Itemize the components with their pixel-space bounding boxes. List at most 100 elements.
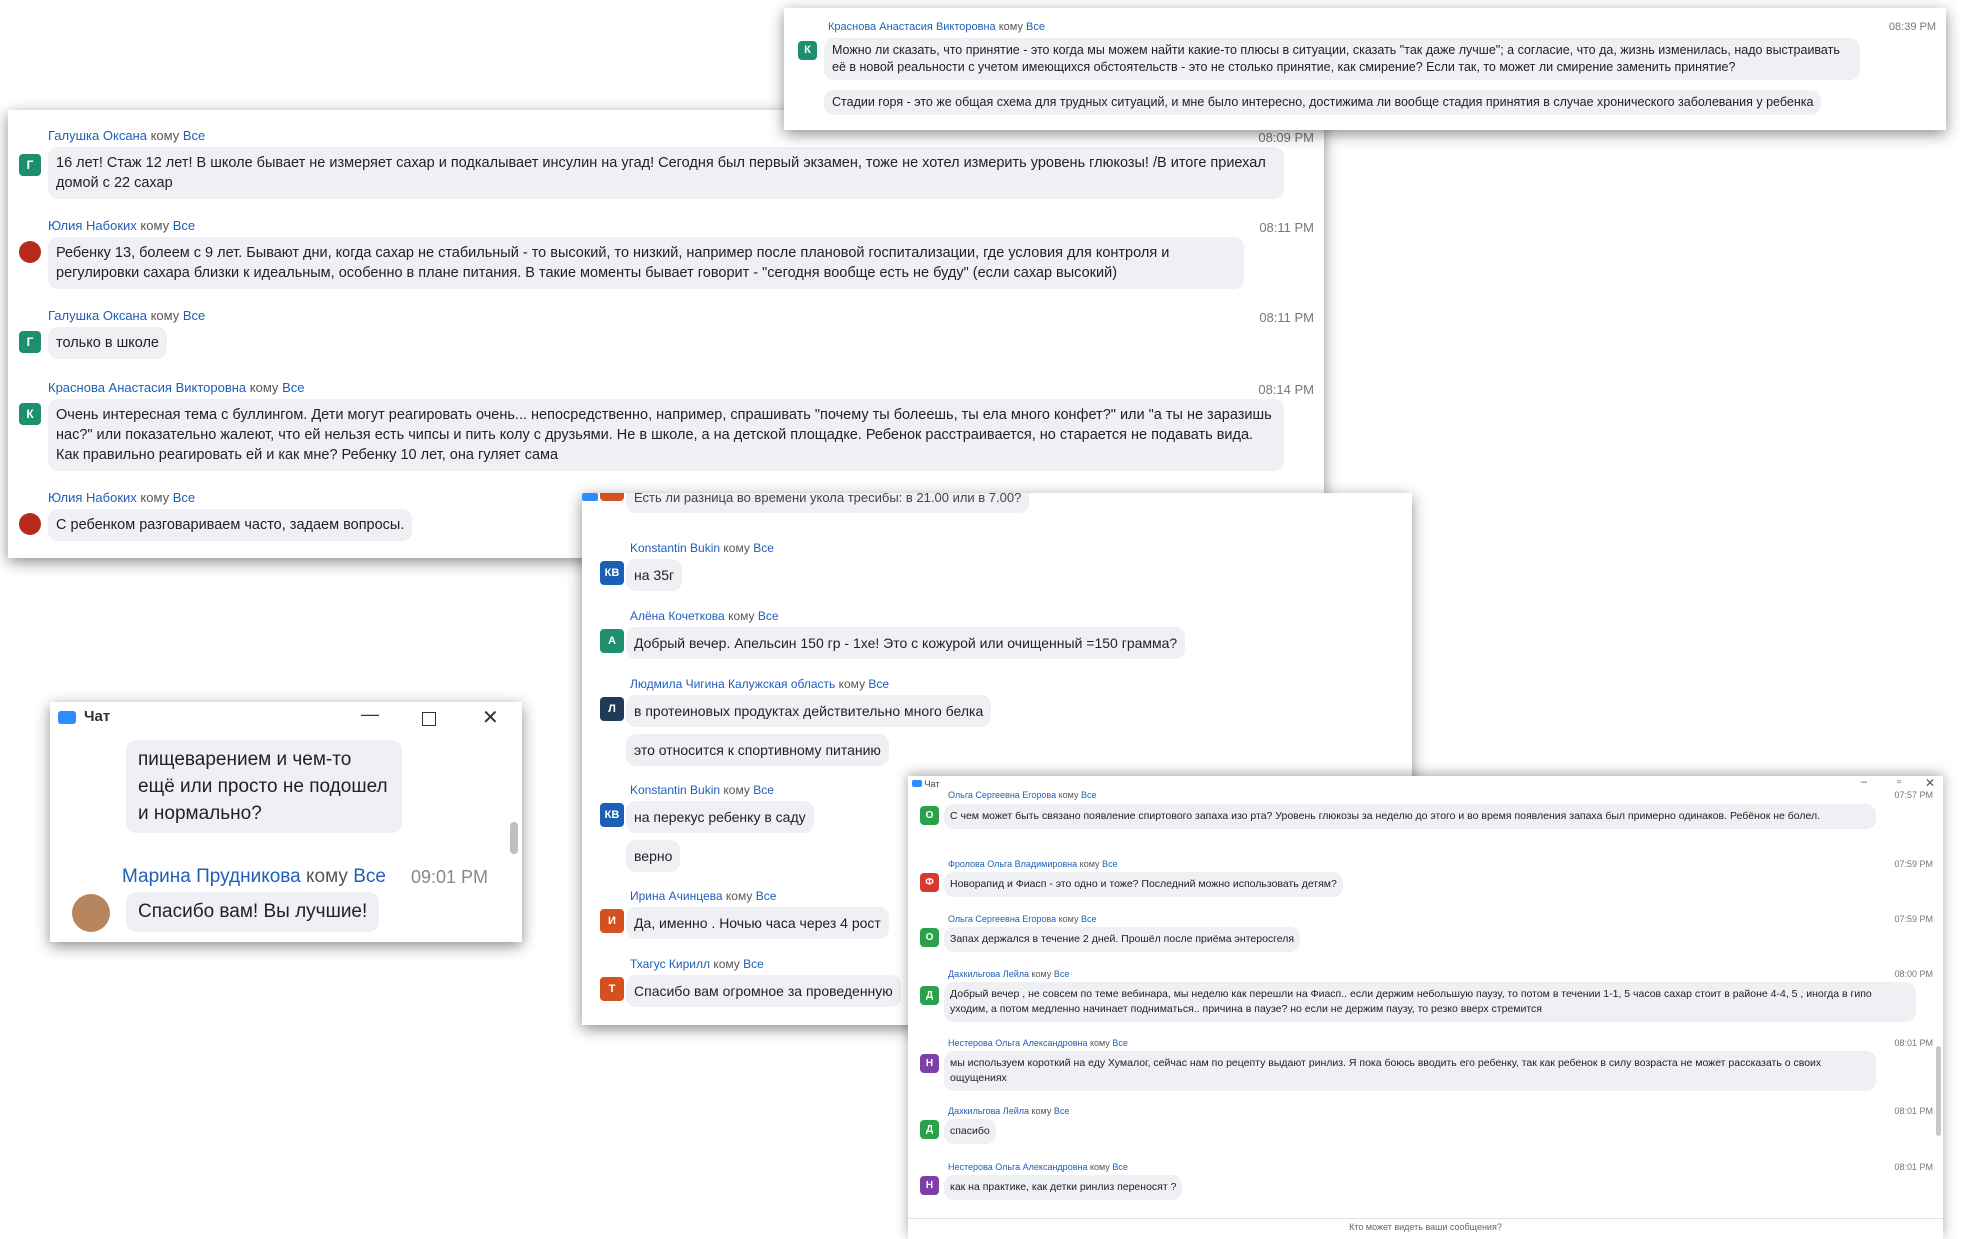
sender-name[interactable]: Юлия Набоких [48,490,137,505]
avatar[interactable] [19,513,41,535]
avatar[interactable]: И [600,909,624,933]
minimize-button[interactable]: – [1861,776,1867,788]
message-header: Краснова Анастасия Викторовна кому Все [828,21,1045,33]
sender-name[interactable]: Ирина Ачинцева [630,889,723,903]
message-bubble: как на практике, как детки ринлиз перено… [944,1175,1183,1200]
sender-name[interactable]: Краснова Анастасия Викторовна [828,21,996,33]
sender-name[interactable]: Дахкильгова Лейла [948,1106,1029,1116]
recipient-link[interactable]: Все [353,866,386,887]
close-button[interactable]: ✕ [482,705,499,730]
recipient-link[interactable]: Все [173,218,195,233]
recipient-link[interactable]: Все [743,957,764,971]
sender-name[interactable]: Краснова Анастасия Викторовна [48,380,246,395]
avatar[interactable]: Л [600,697,624,721]
message-bubble: 16 лет! Стаж 12 лет! В школе бывает не и… [48,147,1284,199]
recipient-link[interactable]: Все [1081,914,1097,924]
message-bubble: только в школе [48,327,167,359]
avatar[interactable]: Н [920,1176,939,1195]
message-bubble: Ребенку 13, болеем с 9 лет. Бывают дни, … [48,237,1244,289]
recipient-link[interactable]: Все [753,541,774,555]
message-header: Ольга Сергеевна Егорова кому Все [948,914,1096,924]
recipient-word: кому [838,677,866,691]
message-header: Konstantin Bukin кому Все [630,541,774,555]
recipient-link[interactable]: Все [1054,1106,1070,1116]
recipient-link[interactable]: Все [282,380,304,395]
avatar[interactable]: КВ [600,561,624,585]
recipient-word: кому [713,957,740,971]
sender-name[interactable]: Людмила Чигина Калужская область [630,677,835,691]
message-bubble: Спасибо вам огромное за проведенную [626,975,901,1007]
avatar[interactable]: КВ [600,803,624,827]
recipient-link[interactable]: Все [753,783,774,797]
avatar[interactable]: Г [19,154,41,176]
message-header: Дахкильгова Лейла кому Все [948,1106,1069,1116]
sender-name[interactable]: Галушка Оксана [48,128,147,143]
message-bubble: Спасибо вам! Вы лучшие! [126,892,380,932]
avatar[interactable] [600,493,624,501]
avatar[interactable]: О [920,806,939,825]
recipient-link[interactable]: Все [1054,969,1070,979]
recipient-link[interactable]: Все [756,889,777,903]
recipient-link[interactable]: Все [183,308,205,323]
sender-name[interactable]: Марина Прудникова [122,866,301,887]
recipient-link[interactable]: Все [758,609,779,623]
minimize-button[interactable]: — [361,704,379,725]
sender-name[interactable]: Konstantin Bukin [630,541,720,555]
sender-name[interactable]: Юлия Набоких [48,218,137,233]
avatar[interactable]: Г [19,331,41,353]
recipient-word: кому [1089,1038,1110,1048]
avatar[interactable]: Н [920,1054,939,1073]
sender-name[interactable]: Нестерова Ольга Александровна [948,1038,1087,1048]
scrollbar-thumb[interactable] [1936,1046,1941,1136]
maximize-button[interactable] [422,712,436,726]
recipient-link[interactable]: Все [1112,1038,1128,1048]
avatar[interactable] [19,241,41,263]
message-header: Алёна Кочеткова кому Все [630,609,779,623]
avatar[interactable]: Д [920,1120,939,1139]
recipient-link[interactable]: Все [1026,21,1045,33]
sender-name[interactable]: Алёна Кочеткова [630,609,725,623]
scrollbar-thumb[interactable] [510,822,518,854]
chat-window-e: Чат — ✕ пищеварением и чем-то ещё или пр… [50,702,522,942]
sender-name[interactable]: Нестерова Ольга Александровна [948,1162,1087,1172]
chat-panel-a: Галушка Оксана кому Все 08:09 PM Г 16 ле… [8,110,1324,558]
message-bubble: С чем может быть связано появление спирт… [944,804,1876,829]
message-bubble: спасибо [944,1119,996,1144]
message-time: 07:59 PM [1894,859,1933,869]
avatar[interactable] [72,894,110,932]
privacy-link[interactable]: Кто может видеть ваши сообщения? [908,1222,1943,1232]
sender-name[interactable]: Тхагус Кирилл [630,957,710,971]
recipient-word: кому [1031,1106,1052,1116]
sender-name[interactable]: Ольга Сергеевна Егорова [948,790,1056,800]
message-header: Галушка Оксана кому Все [48,128,205,143]
recipient-word: кому [723,541,750,555]
avatar[interactable]: К [19,403,41,425]
recipient-link[interactable]: Все [173,490,195,505]
sender-name[interactable]: Ольга Сергеевна Егорова [948,914,1056,924]
sender-name[interactable]: Фролова Ольга Владимировна [948,859,1077,869]
message-bubble: Новорапид и Фиасп - это одно и тоже? Пос… [944,872,1343,897]
message-bubble: верно [626,840,681,872]
chat-icon [912,780,922,787]
message-bubble: на перекус ребенку в саду [626,801,814,833]
recipient-link[interactable]: Все [1081,790,1097,800]
recipient-link[interactable]: Все [868,677,889,691]
avatar[interactable]: Д [920,986,939,1005]
maximize-button[interactable]: ▫ [1897,776,1901,788]
sender-name[interactable]: Дахкильгова Лейла [948,969,1029,979]
avatar[interactable]: А [600,629,624,653]
close-button[interactable]: ✕ [1925,776,1935,790]
avatar[interactable]: Т [600,977,624,1001]
avatar[interactable]: К [798,41,817,60]
message-header: Фролова Ольга Владимировна кому Все [948,859,1118,869]
avatar[interactable]: Ф [920,873,939,892]
message-header: Краснова Анастасия Викторовна кому Все [48,380,304,395]
sender-name[interactable]: Галушка Оксана [48,308,147,323]
recipient-link[interactable]: Все [183,128,205,143]
message-bubble: Добрый вечер , не совсем по теме вебинар… [944,982,1916,1022]
avatar[interactable]: О [920,928,939,947]
recipient-link[interactable]: Все [1112,1162,1128,1172]
recipient-link[interactable]: Все [1102,859,1118,869]
sender-name[interactable]: Konstantin Bukin [630,783,720,797]
chat-icon [582,493,598,501]
